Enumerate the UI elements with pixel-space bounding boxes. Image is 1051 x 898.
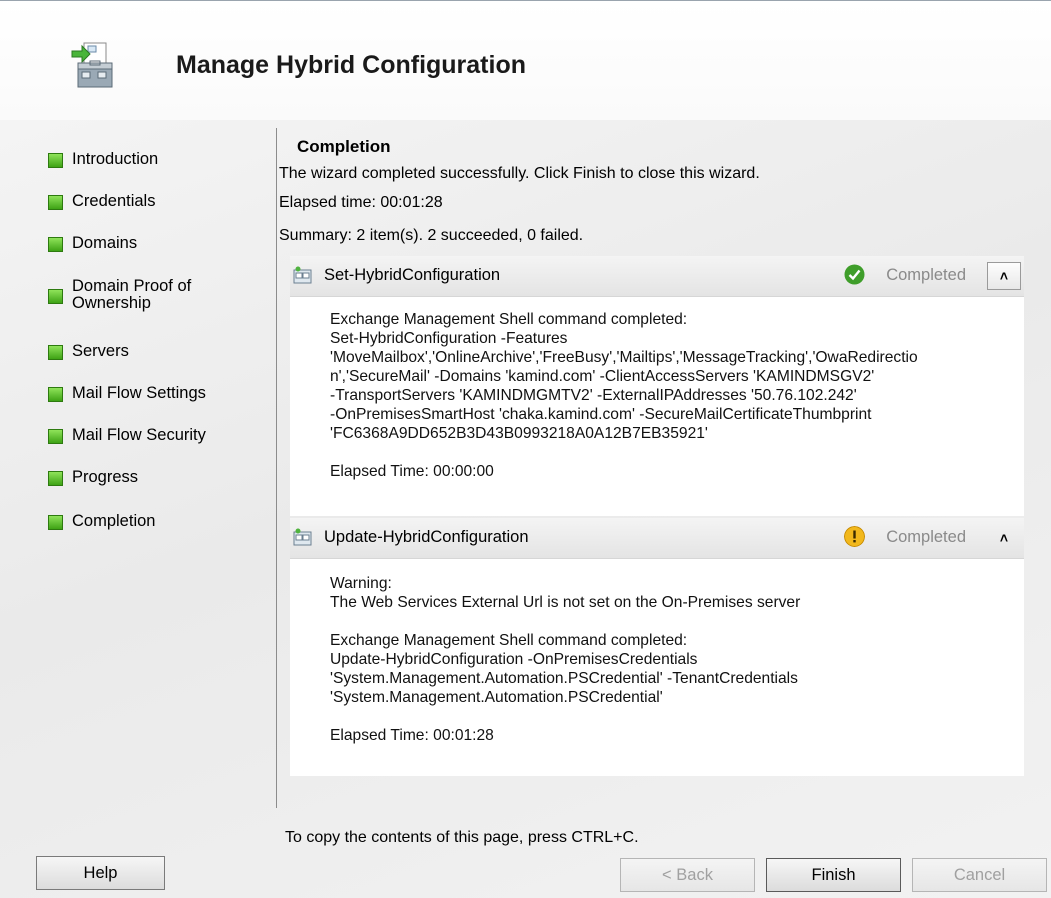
- task-elapsed: Elapsed Time: 00:01:28: [330, 727, 494, 744]
- output-line: n','SecureMail' -Domains 'kamind.com' -C…: [330, 368, 875, 385]
- wizard-title: Manage Hybrid Configuration: [176, 51, 526, 79]
- step-status-icon: [48, 237, 63, 252]
- step-status-icon: [48, 515, 63, 530]
- nav-step-domains: Domains: [48, 234, 232, 253]
- nav-step-mail-flow-settings: Mail Flow Settings: [48, 384, 232, 403]
- task-output: Warning: The Web Services External Url i…: [330, 574, 800, 745]
- summary-text: Summary: 2 item(s). 2 succeeded, 0 faile…: [279, 227, 584, 244]
- output-line: -OnPremisesSmartHost 'chaka.kamind.com' …: [330, 406, 872, 423]
- help-button[interactable]: Help: [36, 856, 165, 890]
- nav-step-servers: Servers: [48, 342, 232, 361]
- step-status-icon: [48, 471, 63, 486]
- warning-label: Warning:: [330, 575, 392, 592]
- step-status-icon: [48, 429, 63, 444]
- output-line: Exchange Management Shell command comple…: [330, 632, 688, 649]
- task-name: Set-HybridConfiguration: [324, 266, 501, 284]
- chevron-up-icon: ˄: [999, 530, 1009, 546]
- nav-step-mail-flow-security: Mail Flow Security: [48, 426, 232, 445]
- task-panel-set-hybrid: Set-HybridConfiguration Completed ˄ Exch…: [290, 256, 1024, 516]
- section-title: Completion: [297, 137, 391, 156]
- wizard-toolbox-icon: [71, 42, 113, 88]
- collapse-button[interactable]: ˄: [987, 262, 1021, 290]
- output-line: 'FC6368A9DD652B3D43B0993218A0A12B7EB3592…: [330, 425, 708, 442]
- finish-button[interactable]: Finish: [766, 858, 901, 892]
- copy-hint: To copy the contents of this page, press…: [285, 829, 639, 846]
- cancel-button[interactable]: Cancel: [912, 858, 1047, 892]
- output-line: Set-HybridConfiguration -Features: [330, 330, 568, 347]
- step-status-icon: [48, 387, 63, 402]
- output-line: 'MoveMailbox','OnlineArchive','FreeBusy'…: [330, 349, 918, 366]
- step-status-icon: [48, 153, 63, 168]
- output-line: Exchange Management Shell command comple…: [330, 311, 688, 328]
- nav-step-credentials: Credentials: [48, 192, 232, 211]
- wizard-header: Manage Hybrid Configuration: [0, 0, 1051, 121]
- nav-step-domain-proof: Domain Proof of Ownership: [48, 278, 212, 312]
- nav-divider: [276, 128, 277, 808]
- completion-message: The wizard completed successfully. Click…: [279, 165, 760, 182]
- success-check-icon: [844, 264, 865, 285]
- task-status: Completed: [886, 528, 966, 546]
- output-line: 'System.Management.Automation.PSCredenti…: [330, 670, 798, 687]
- nav-step-progress: Progress: [48, 468, 232, 487]
- step-status-icon: [48, 289, 63, 304]
- command-icon: [293, 528, 312, 546]
- nav-step-completion: Completion: [48, 512, 232, 531]
- step-status-icon: [48, 195, 63, 210]
- command-icon: [293, 266, 312, 284]
- chevron-up-icon: ˄: [999, 268, 1009, 284]
- task-name: Update-HybridConfiguration: [324, 528, 529, 546]
- task-output: Exchange Management Shell command comple…: [330, 310, 918, 481]
- task-panel-update-hybrid: Update-HybridConfiguration Completed ˄ W…: [290, 518, 1024, 776]
- warning-icon: [844, 526, 865, 547]
- task-status: Completed: [886, 266, 966, 284]
- task-elapsed: Elapsed Time: 00:00:00: [330, 463, 494, 480]
- output-line: -TransportServers 'KAMINDMGMTV2' -Extern…: [330, 387, 857, 404]
- task-header[interactable]: Update-HybridConfiguration Completed ˄: [290, 518, 1024, 559]
- collapse-button[interactable]: ˄: [987, 524, 1021, 552]
- warning-text: The Web Services External Url is not set…: [330, 594, 801, 611]
- output-line: Update-HybridConfiguration -OnPremisesCr…: [330, 651, 698, 668]
- task-header[interactable]: Set-HybridConfiguration Completed ˄: [290, 256, 1024, 297]
- nav-step-introduction: Introduction: [48, 150, 232, 169]
- output-line: 'System.Management.Automation.PSCredenti…: [330, 689, 663, 706]
- elapsed-time: Elapsed time: 00:01:28: [279, 194, 443, 211]
- step-status-icon: [48, 345, 63, 360]
- back-button[interactable]: < Back: [620, 858, 755, 892]
